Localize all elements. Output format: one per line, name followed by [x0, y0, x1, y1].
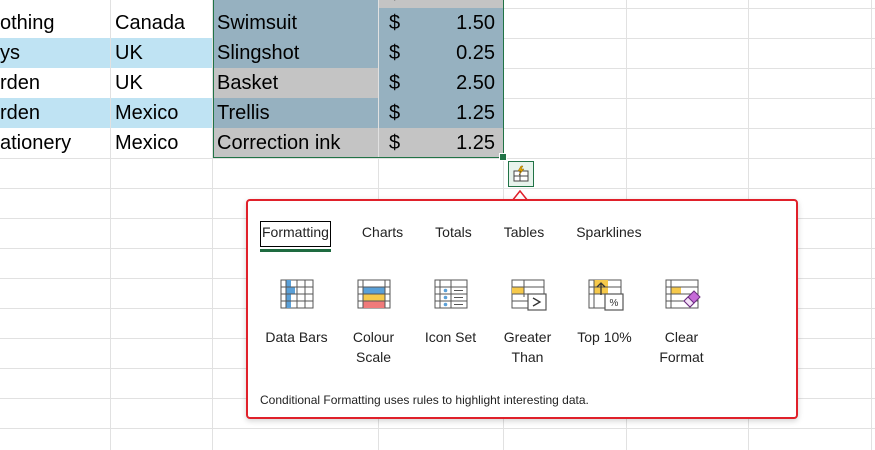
cell-product[interactable]: Basket	[213, 68, 378, 98]
quick-analysis-button[interactable]	[508, 161, 534, 187]
cell-category[interactable]: ys	[0, 38, 110, 68]
cell-amount[interactable]: $ 2.50	[379, 68, 503, 98]
currency-symbol: $	[389, 132, 401, 154]
cell-amount[interactable]: $ 1.25	[379, 128, 503, 158]
amount-value: 1.25	[456, 132, 495, 154]
clear-format-icon	[665, 279, 701, 309]
cell-country[interactable]: Mexico	[111, 128, 212, 158]
fill-handle[interactable]	[499, 153, 507, 161]
quick-analysis-tabs: Formatting Charts Totals Tables Sparklin…	[260, 221, 673, 253]
tab-tables[interactable]: Tables	[503, 221, 545, 247]
panel-description: Conditional Formatting uses rules to hig…	[260, 393, 589, 407]
cell-country[interactable]: Canada	[111, 8, 212, 38]
amount-value: 0.25	[456, 42, 495, 64]
formatting-tools: Data Bars Colour Scale Icon Set Greater …	[258, 277, 720, 367]
colour-scale-button[interactable]: Colour Scale	[335, 277, 412, 367]
icon-set-label: Icon Set	[424, 329, 477, 345]
tab-formatting[interactable]: Formatting	[260, 221, 331, 252]
greater-than-icon	[511, 279, 547, 311]
cell-product[interactable]: Trellis	[213, 98, 378, 128]
top-ten-button[interactable]: % Top 10%	[566, 277, 643, 367]
top-ten-label: Top 10%	[577, 329, 632, 345]
greater-than-label: Greater Than	[503, 329, 552, 365]
cell-category[interactable]	[0, 0, 110, 8]
cell-amount[interactable]: $22.50	[379, 0, 503, 8]
currency-symbol: $	[389, 42, 401, 64]
top-ten-icon: %	[588, 279, 624, 311]
amount-value: 2.50	[456, 72, 495, 94]
cell-category[interactable]: rden	[0, 98, 110, 128]
clear-format-button[interactable]: Clear Format	[643, 277, 720, 367]
currency-symbol: $	[389, 102, 401, 124]
cell-amount[interactable]: $ 0.25	[379, 38, 503, 68]
data-bars-label: Data Bars	[265, 329, 328, 345]
tab-charts[interactable]: Charts	[361, 221, 404, 247]
tab-sparklines[interactable]: Sparklines	[575, 221, 642, 247]
cell-category[interactable]: rden	[0, 68, 110, 98]
cell-country[interactable]: Mexico	[111, 98, 212, 128]
icon-set-icon	[434, 279, 467, 309]
colour-scale-icon	[357, 279, 390, 309]
cell-amount[interactable]: $ 1.25	[379, 98, 503, 128]
svg-text:%: %	[609, 298, 618, 309]
quick-analysis-icon	[513, 165, 529, 182]
amount-value: 1.50	[456, 12, 495, 34]
clear-format-label: Clear Format	[659, 329, 704, 365]
cell-amount[interactable]: $ 1.50	[379, 8, 503, 38]
colour-scale-label: Colour Scale	[352, 329, 395, 365]
cell-product[interactable]: Swimsuit	[213, 8, 378, 38]
data-bars-icon	[280, 279, 313, 309]
currency-symbol: $	[389, 12, 401, 34]
greater-than-button[interactable]: Greater Than	[489, 277, 566, 367]
cell-category[interactable]: ationery	[0, 128, 110, 158]
cell-country[interactable]: UK	[111, 68, 212, 98]
cell-product[interactable]: Binoculars	[213, 0, 378, 8]
cell-country[interactable]: UK	[111, 38, 212, 68]
cell-category[interactable]: othing	[0, 8, 110, 38]
cell-product[interactable]: Correction ink	[213, 128, 378, 158]
currency-symbol: $	[389, 72, 401, 94]
tab-totals[interactable]: Totals	[434, 221, 473, 247]
amount-value: 1.25	[456, 102, 495, 124]
data-bars-button[interactable]: Data Bars	[258, 277, 335, 367]
cell-product[interactable]: Slingshot	[213, 38, 378, 68]
quick-analysis-panel: Formatting Charts Totals Tables Sparklin…	[246, 199, 798, 419]
icon-set-button[interactable]: Icon Set	[412, 277, 489, 367]
